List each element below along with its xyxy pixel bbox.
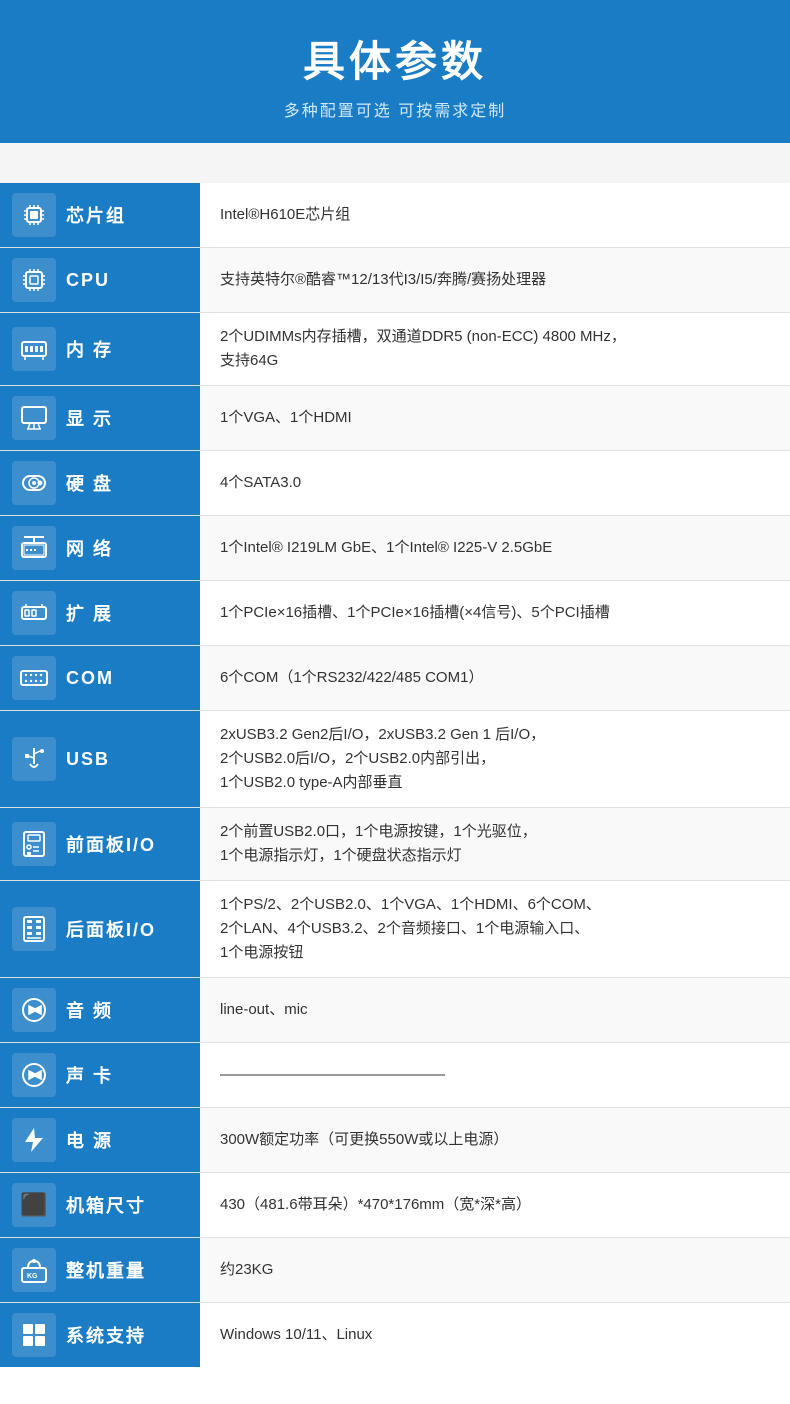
spec-label-text-rear-io: 后面板I/O [66,916,156,942]
spec-value-com: 6个COM（1个RS232/422/485 COM1） [200,646,790,710]
os-icon [12,1313,56,1357]
spec-label-sound-card: 声 卡 [0,1043,200,1107]
spec-row-usb: USB 2xUSB3.2 Gen2后I/O，2xUSB3.2 Gen 1 后I/O… [0,711,790,808]
spec-row-sound-card: 声 卡 ——————————————— [0,1043,790,1108]
audio-icon [12,988,56,1032]
spec-row-cpu: CPU 支持英特尔®酷睿™12/13代I3/I5/奔腾/赛扬处理器 [0,248,790,313]
spec-row-front-io: 前面板I/O 2个前置USB2.0口，1个电源按键，1个光驱位，1个电源指示灯，1… [0,808,790,881]
expansion-icon [12,591,56,635]
memory-icon [12,327,56,371]
spec-label-text-os: 系统支持 [66,1322,146,1348]
spec-label-usb: USB [0,711,200,807]
spec-label-text-weight: 整机重量 [66,1257,146,1283]
spec-value-memory: 2个UDIMMs内存插槽，双通道DDR5 (non-ECC) 4800 MHz，… [200,313,790,385]
spec-value-display: 1个VGA、1个HDMI [200,386,790,450]
spec-label-text-power: 电 源 [66,1127,113,1153]
page-subtitle: 多种配置可选 可按需求定制 [20,97,770,121]
spec-value-expansion: 1个PCIe×16插槽、1个PCIe×16插槽(×4信号)、5个PCI插槽 [200,581,790,645]
spec-value-os: Windows 10/11、Linux [200,1303,790,1367]
hdd-icon [12,461,56,505]
spec-label-text-display: 显 示 [66,405,113,431]
spec-value-chassis-size: 430（481.6带耳朵）*470*176mm（宽*深*高） [200,1173,790,1237]
spec-label-com: COM [0,646,200,710]
chipset-icon [12,193,56,237]
spec-value-power: 300W额定功率（可更换550W或以上电源） [200,1108,790,1172]
spec-row-memory: 内 存 2个UDIMMs内存插槽，双通道DDR5 (non-ECC) 4800 M… [0,313,790,386]
spec-label-text-sound-card: 声 卡 [66,1062,113,1088]
spacer [0,143,790,183]
spec-label-text-cpu: CPU [66,270,110,291]
spec-row-rear-io: 后面板I/O 1个PS/2、2个USB2.0、1个VGA、1个HDMI、6个COM… [0,881,790,978]
front-io-icon [12,822,56,866]
spec-value-rear-io: 1个PS/2、2个USB2.0、1个VGA、1个HDMI、6个COM、2个LAN… [200,881,790,977]
spec-label-chassis-size: ⬛ 机箱尺寸 [0,1173,200,1237]
spec-label-chipset: 芯片组 [0,183,200,247]
spec-label-text-audio: 音 频 [66,997,113,1023]
display-icon [12,396,56,440]
spec-row-chassis-size: ⬛ 机箱尺寸 430（481.6带耳朵）*470*176mm（宽*深*高） [0,1173,790,1238]
spec-label-text-usb: USB [66,749,110,770]
spec-row-com: COM 6个COM（1个RS232/422/485 COM1） [0,646,790,711]
spec-label-rear-io: 后面板I/O [0,881,200,977]
chassis-size-icon: ⬛ [12,1183,56,1227]
page-title: 具体参数 [20,28,770,89]
spec-label-network: 网 络 [0,516,200,580]
spec-row-display: 显 示 1个VGA、1个HDMI [0,386,790,451]
spec-label-cpu: CPU [0,248,200,312]
spec-label-text-chassis-size: 机箱尺寸 [66,1192,146,1218]
com-icon [12,656,56,700]
spec-row-chipset: 芯片组 Intel®H610E芯片组 [0,183,790,248]
spec-label-text-hdd: 硬 盘 [66,470,113,496]
page-header: 具体参数 多种配置可选 可按需求定制 [0,0,790,143]
spec-row-network: 网 络 1个Intel® I219LM GbE、1个Intel® I225-V 2… [0,516,790,581]
rear-io-icon [12,907,56,951]
spec-label-weight: KG 整机重量 [0,1238,200,1302]
spec-label-text-com: COM [66,668,114,689]
spec-label-text-expansion: 扩 展 [66,600,113,626]
spec-value-audio: line-out、mic [200,978,790,1042]
spec-value-network: 1个Intel® I219LM GbE、1个Intel® I225-V 2.5G… [200,516,790,580]
power-icon [12,1118,56,1162]
network-icon [12,526,56,570]
spec-value-cpu: 支持英特尔®酷睿™12/13代I3/I5/奔腾/赛扬处理器 [200,248,790,312]
spec-row-expansion: 扩 展 1个PCIe×16插槽、1个PCIe×16插槽(×4信号)、5个PCI插槽 [0,581,790,646]
svg-text:KG: KG [27,1273,38,1280]
spec-label-text-memory: 内 存 [66,336,113,362]
spec-label-power: 电 源 [0,1108,200,1172]
spec-label-text-chipset: 芯片组 [66,202,126,228]
spec-row-os: 系统支持 Windows 10/11、Linux [0,1303,790,1367]
spec-label-front-io: 前面板I/O [0,808,200,880]
spec-value-front-io: 2个前置USB2.0口，1个电源按键，1个光驱位，1个电源指示灯，1个硬盘状态指… [200,808,790,880]
spec-value-hdd: 4个SATA3.0 [200,451,790,515]
spec-value-sound-card: ——————————————— [200,1043,790,1107]
spec-label-text-network: 网 络 [66,535,113,561]
spec-row-hdd: 硬 盘 4个SATA3.0 [0,451,790,516]
cpu-icon [12,258,56,302]
spec-value-chipset: Intel®H610E芯片组 [200,183,790,247]
spec-table: 芯片组 Intel®H610E芯片组 CPU 支持英特尔®酷睿™12/13代I3/I… [0,183,790,1367]
usb-icon [12,737,56,781]
spec-label-text-front-io: 前面板I/O [66,831,156,857]
spec-label-hdd: 硬 盘 [0,451,200,515]
spec-row-power: 电 源 300W额定功率（可更换550W或以上电源） [0,1108,790,1173]
spec-value-weight: 约23KG [200,1238,790,1302]
spec-label-expansion: 扩 展 [0,581,200,645]
spec-label-memory: 内 存 [0,313,200,385]
weight-icon: KG [12,1248,56,1292]
spec-label-display: 显 示 [0,386,200,450]
spec-value-usb: 2xUSB3.2 Gen2后I/O，2xUSB3.2 Gen 1 后I/O，2个… [200,711,790,807]
spec-label-audio: 音 频 [0,978,200,1042]
sound-card-icon [12,1053,56,1097]
spec-row-audio: 音 频 line-out、mic [0,978,790,1043]
spec-row-weight: KG 整机重量约23KG [0,1238,790,1303]
spec-label-os: 系统支持 [0,1303,200,1367]
